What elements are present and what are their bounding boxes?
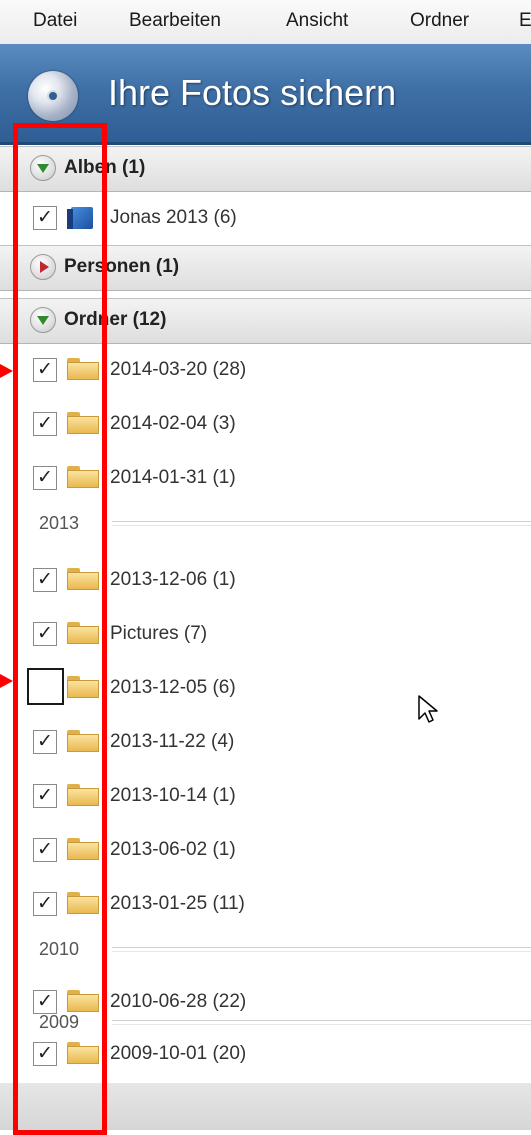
folder-label: Pictures (7) bbox=[110, 623, 208, 644]
folder-label: 2013-10-14 (1) bbox=[110, 785, 236, 806]
folder-label: 2013-12-06 (1) bbox=[110, 569, 236, 590]
folder-label: 2014-01-31 (1) bbox=[110, 467, 236, 488]
menu-datei[interactable]: Datei bbox=[33, 10, 77, 32]
separator-line bbox=[112, 521, 531, 526]
item-label: Jonas 2013 (6) bbox=[110, 207, 237, 228]
menu-bearbeiten[interactable]: Bearbeiten bbox=[129, 10, 221, 32]
folder-label: 2013-12-05 (6) bbox=[110, 677, 236, 698]
menu-ordner[interactable]: Ordner bbox=[410, 10, 469, 32]
folder-label: 2009-10-01 (20) bbox=[110, 1043, 247, 1064]
separator-line bbox=[112, 947, 531, 952]
mouse-pointer-icon bbox=[418, 695, 438, 723]
annotation-highlight-box bbox=[13, 123, 107, 1135]
menu-bar: Datei Bearbeiten Ansicht Ordner E bbox=[0, 0, 531, 45]
folder-label: 2014-03-20 (28) bbox=[110, 359, 247, 380]
annotation-arrow-icon bbox=[0, 674, 13, 688]
app-title: Ihre Fotos sichern bbox=[108, 72, 397, 113]
folder-label: 2013-06-02 (1) bbox=[110, 839, 236, 860]
disc-icon bbox=[28, 71, 78, 121]
folder-label: 2013-11-22 (4) bbox=[110, 731, 235, 752]
folder-label: 2013-01-25 (11) bbox=[110, 893, 245, 914]
annotation-arrow-icon bbox=[0, 364, 13, 378]
separator-line bbox=[112, 1020, 531, 1025]
folder-label: 2014-02-04 (3) bbox=[110, 413, 236, 434]
menu-ansicht[interactable]: Ansicht bbox=[286, 10, 348, 32]
menu-more[interactable]: E bbox=[519, 10, 531, 32]
